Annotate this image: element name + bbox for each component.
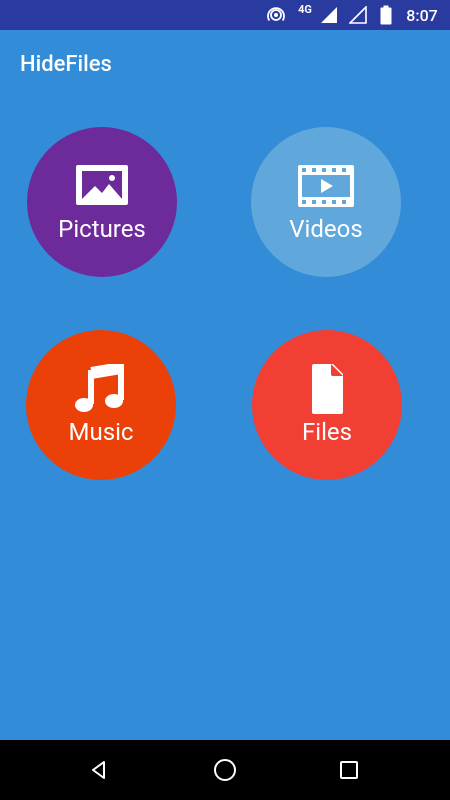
cell-signal-icon [318,0,340,30]
recents-button[interactable] [329,750,369,790]
image-icon [76,165,128,205]
videos-label: Videos [289,215,363,243]
status-time: 8:07 [406,5,438,25]
back-button[interactable] [79,750,119,790]
hotspot-icon [264,0,288,30]
back-icon [92,761,105,779]
battery-icon [376,0,396,30]
home-button[interactable] [205,750,245,790]
app-bar: HideFiles [0,30,450,102]
music-label: Music [68,418,134,446]
pictures-button[interactable]: Pictures [27,127,177,277]
recents-icon [340,761,358,779]
home-icon [214,759,236,781]
files-button[interactable]: Files [252,330,402,480]
videos-button[interactable]: Videos [251,127,401,277]
music-note-icon [75,364,124,412]
files-label: Files [301,418,353,446]
file-icon [312,364,343,414]
film-icon [298,165,354,207]
pictures-label: Pictures [58,215,146,243]
navigation-bar [0,740,450,800]
cell-signal-empty-icon [346,0,370,30]
network-type: 4G [298,2,312,16]
category-grid: Pictures Videos Music Files [0,102,450,740]
status-bar: 4G 8:07 [0,0,450,30]
music-button[interactable]: Music [26,330,176,480]
app-title: HideFiles [20,52,112,77]
